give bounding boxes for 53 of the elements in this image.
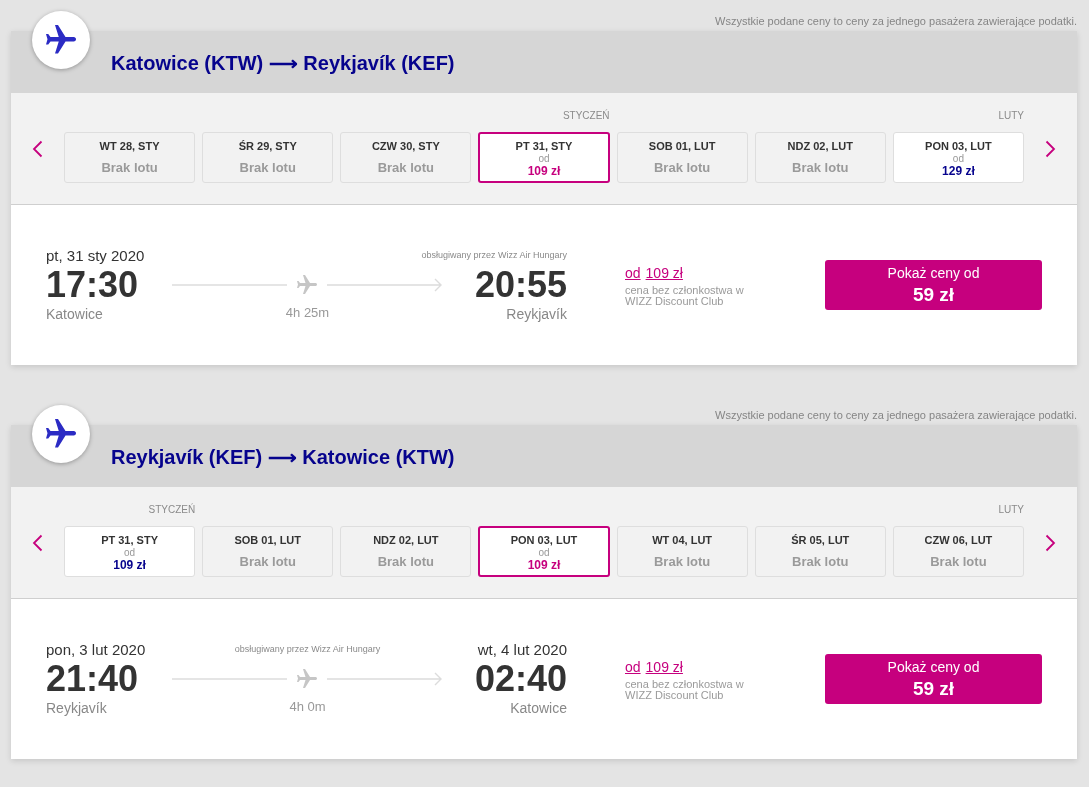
operator-note: obsługiwany przez Wizz Air Hungary	[421, 248, 567, 262]
date-tab[interactable]: WT 28, STY Brak lotu	[64, 132, 196, 183]
price-link[interactable]: 109 zł	[645, 263, 683, 282]
date-tab[interactable]: ŚR 05, LUT Brak lotu	[754, 526, 886, 577]
month-label: STYCZEŃ	[562, 109, 610, 123]
show-prices-button[interactable]: Pokaż ceny od 59 zł	[825, 654, 1042, 704]
month-label: STYCZEŃ	[148, 503, 196, 517]
airplane-logo	[32, 405, 90, 463]
departure-time: 21:40	[46, 658, 139, 699]
date-tab[interactable]: NDZ 02, LUT Brak lotu	[340, 526, 472, 577]
airplane-icon	[295, 272, 319, 297]
date-tab[interactable]: NDZ 02, LUT Brak lotu	[754, 132, 886, 183]
chevron-right-icon[interactable]	[1045, 534, 1056, 552]
date-tab[interactable]: PT 31, STY od 109 zł	[64, 526, 196, 577]
departure-city: Reykjavík	[46, 698, 107, 718]
chevron-left-icon[interactable]	[32, 534, 43, 552]
date-tab[interactable]: CZW 30, STY Brak lotu	[340, 132, 472, 183]
date-tab[interactable]: PT 31, STY od 109 zł	[478, 132, 610, 183]
show-prices-button[interactable]: Pokaż ceny od 59 zł	[825, 260, 1042, 310]
airplane-icon	[295, 666, 319, 691]
arrival-time: 20:55	[474, 264, 567, 305]
date-tab[interactable]: SOB 01, LUT Brak lotu	[616, 132, 748, 183]
price-prefix-link[interactable]: od	[625, 657, 641, 676]
arrival-date: wt, 4 lut 2020	[477, 640, 567, 659]
route-title: Reykjavík (KEF) ⟶ Katowice (KTW)	[111, 445, 455, 470]
chevron-left-icon[interactable]	[32, 140, 43, 158]
route-title: Katowice (KTW) ⟶ Reykjavík (KEF)	[111, 51, 455, 76]
month-label: LUTY	[998, 503, 1024, 517]
price-link[interactable]: 109 zł	[645, 657, 683, 676]
date-tab[interactable]: WT 04, LUT Brak lotu	[616, 526, 748, 577]
departure-date: pon, 3 lut 2020	[46, 640, 146, 659]
date-tab[interactable]: SOB 01, LUT Brak lotu	[202, 526, 334, 577]
departure-city: Katowice	[46, 304, 103, 324]
airplane-logo	[32, 11, 90, 69]
month-label: LUTY	[998, 109, 1024, 123]
arrival-time: 02:40	[474, 658, 567, 699]
price-notice: Wszystkie podane ceny to ceny za jednego pasażera zawierające podatki.	[715, 410, 1077, 423]
departure-time: 17:30	[46, 264, 139, 305]
price-notice: Wszystkie podane ceny to ceny za jednego pasażera zawierające podatki.	[715, 16, 1077, 29]
date-tab[interactable]: PON 03, LUT od 129 zł	[892, 132, 1024, 183]
price-note: cena bez członkostwa w WIZZ Discount Club	[625, 678, 745, 701]
arrival-city: Reykjavík	[506, 304, 567, 324]
date-tab[interactable]: ŚR 29, STY Brak lotu	[202, 132, 334, 183]
date-tab[interactable]: CZW 06, LUT Brak lotu	[892, 526, 1024, 577]
price-note: cena bez członkostwa w WIZZ Discount Club	[625, 284, 745, 307]
operator-note: obsługiwany przez Wizz Air Hungary	[234, 642, 381, 656]
arrival-city: Katowice	[510, 698, 567, 718]
flight-duration: 4h 25m	[285, 304, 330, 320]
chevron-right-icon[interactable]	[1045, 140, 1056, 158]
departure-date: pt, 31 sty 2020	[46, 246, 145, 265]
flight-duration: 4h 0m	[289, 698, 326, 714]
date-tab[interactable]: PON 03, LUT od 109 zł	[478, 526, 610, 577]
price-prefix-link[interactable]: od	[625, 263, 641, 282]
